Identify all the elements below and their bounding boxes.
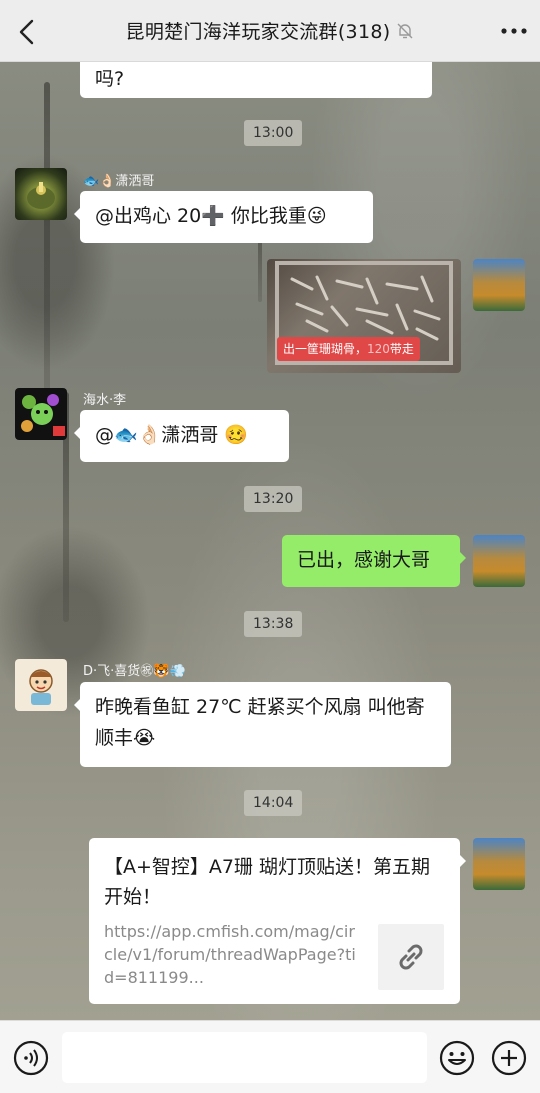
timestamp: 13:38: [244, 611, 303, 637]
input-bar: [0, 1020, 540, 1093]
sender-name: D·飞·喜货㊗🐯💨: [83, 664, 186, 679]
message-text: @🐟👌🏻潇洒哥 🥴: [95, 424, 249, 446]
timestamp: 13:20: [244, 486, 303, 512]
link-icon: [399, 944, 423, 970]
message-bubble[interactable]: @出鸡心 20➕ 你比我重😜: [74, 191, 373, 243]
avatar-image: [27, 182, 55, 209]
message-bubble-partial[interactable]: 吗?: [80, 62, 432, 98]
group-name: 昆明楚门海洋玩家交流群(318): [125, 21, 391, 43]
plus-icon[interactable]: [491, 1040, 527, 1076]
avatar-image: [21, 394, 65, 436]
link-card-message[interactable]: 【A+智控】A7珊 瑚灯顶贴送！第五期开始！ https://app.cmfis…: [89, 838, 466, 1004]
avatar-image: [29, 669, 53, 705]
message-text: 已出，感谢大哥: [297, 549, 431, 571]
link-title: 【A+智控】A7珊 瑚灯顶贴送！第五期开始！: [104, 856, 431, 908]
message-bubble-self[interactable]: 已出，感谢大哥: [282, 535, 466, 587]
message-bubble[interactable]: @🐟👌🏻潇洒哥 🥴: [74, 410, 289, 462]
message-text: @出鸡心 20➕ 你比我重😜: [95, 205, 327, 227]
link-url: https://app.cmfish.com/mag/circle/v1/for…: [104, 922, 356, 987]
message-text: 昨晚看鱼缸 27℃ 赶紧买个风扇 叫他寄顺丰😭: [95, 696, 425, 749]
my-avatar[interactable]: [473, 535, 525, 587]
message-input[interactable]: [62, 1032, 427, 1083]
avatar[interactable]: [15, 659, 67, 711]
message-text: 吗?: [95, 68, 125, 90]
timestamp: 13:00: [244, 120, 303, 146]
page-title: 昆明楚门海洋玩家交流群(318): [0, 17, 540, 44]
sender-name: 🐟👌🏻潇洒哥: [83, 174, 155, 189]
chat-header: 昆明楚门海洋玩家交流群(318): [0, 0, 540, 62]
link-thumbnail: [378, 924, 444, 990]
message-list[interactable]: 吗? 13:00 🐟👌🏻潇洒哥 @出鸡心 20➕ 你比我重😜 出一筐珊瑚骨，12…: [0, 62, 540, 1020]
avatar[interactable]: [15, 388, 67, 440]
sender-name: 海水·李: [83, 393, 127, 408]
emoji-icon[interactable]: [439, 1040, 475, 1076]
bell-off-icon: [397, 23, 413, 39]
message-bubble[interactable]: 昨晚看鱼缸 27℃ 赶紧买个风扇 叫他寄顺丰😭: [74, 682, 451, 767]
my-avatar[interactable]: [473, 838, 525, 890]
more-dots-icon[interactable]: [500, 20, 528, 42]
photo-message[interactable]: 出一筐珊瑚骨，120带走: [267, 259, 461, 373]
timestamp: 14:04: [244, 790, 303, 816]
photo-caption: 出一筐珊瑚骨，120带走: [277, 337, 420, 361]
my-avatar[interactable]: [473, 259, 525, 311]
voice-icon[interactable]: [13, 1040, 49, 1076]
avatar[interactable]: [15, 168, 67, 220]
